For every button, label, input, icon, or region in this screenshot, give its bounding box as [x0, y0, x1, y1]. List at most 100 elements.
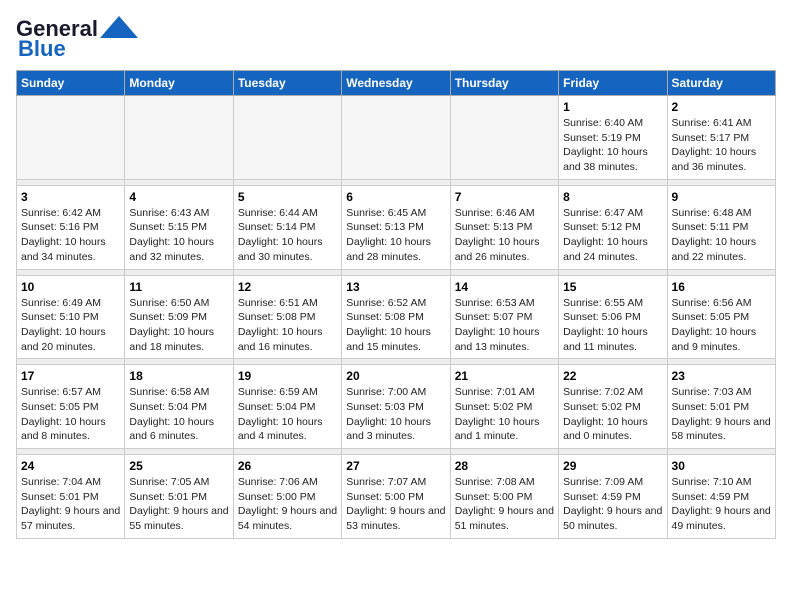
calendar-cell: 6Sunrise: 6:45 AM Sunset: 5:13 PM Daylig…	[342, 185, 450, 269]
day-number: 27	[346, 459, 445, 473]
calendar-week-row: 24 Sunrise: 7:04 AM Sunset: 5:01 PM Dayli…	[17, 455, 776, 539]
day-info: Sunrise: 7:06 AM Sunset: 5:00 PM Dayligh…	[238, 475, 337, 534]
day-number: 25	[129, 459, 228, 473]
logo-icon	[100, 16, 138, 38]
calendar-cell: 19Sunrise: 6:59 AM Sunset: 5:04 PM Dayli…	[233, 365, 341, 449]
day-number: 10	[21, 280, 120, 294]
day-info: Sunrise: 7:01 AM Sunset: 5:02 PM Dayligh…	[455, 385, 554, 444]
calendar-cell: 4Sunrise: 6:43 AM Sunset: 5:15 PM Daylig…	[125, 185, 233, 269]
day-info: Sunrise: 6:46 AM Sunset: 5:13 PM Dayligh…	[455, 206, 554, 265]
day-info: Sunrise: 6:50 AM Sunset: 5:09 PM Dayligh…	[129, 296, 228, 355]
day-info: Sunrise: 7:10 AM Sunset: 4:59 PM Dayligh…	[672, 475, 771, 534]
calendar-cell	[450, 96, 558, 180]
calendar-header-row: SundayMondayTuesdayWednesdayThursdayFrid…	[17, 71, 776, 96]
calendar-cell: 14 Sunrise: 6:53 AM Sunset: 5:07 PM Dayli…	[450, 275, 558, 359]
day-info: Sunrise: 7:03 AM Sunset: 5:01 PM Dayligh…	[672, 385, 771, 444]
calendar-cell: 21 Sunrise: 7:01 AM Sunset: 5:02 PM Dayli…	[450, 365, 558, 449]
day-number: 21	[455, 369, 554, 383]
day-info: Sunrise: 6:41 AM Sunset: 5:17 PM Dayligh…	[672, 116, 771, 175]
day-info: Sunrise: 6:53 AM Sunset: 5:07 PM Dayligh…	[455, 296, 554, 355]
calendar-cell: 15 Sunrise: 6:55 AM Sunset: 5:06 PM Dayli…	[559, 275, 667, 359]
calendar-cell	[125, 96, 233, 180]
calendar-cell: 12 Sunrise: 6:51 AM Sunset: 5:08 PM Dayli…	[233, 275, 341, 359]
calendar-cell: 30 Sunrise: 7:10 AM Sunset: 4:59 PM Dayli…	[667, 455, 775, 539]
calendar-cell: 7 Sunrise: 6:46 AM Sunset: 5:13 PM Daylig…	[450, 185, 558, 269]
day-number: 14	[455, 280, 554, 294]
day-number: 16	[672, 280, 771, 294]
calendar-cell: 3 Sunrise: 6:42 AM Sunset: 5:16 PM Daylig…	[17, 185, 125, 269]
day-number: 19	[238, 369, 337, 383]
calendar-cell: 5Sunrise: 6:44 AM Sunset: 5:14 PM Daylig…	[233, 185, 341, 269]
day-number: 4	[129, 190, 228, 204]
day-number: 11	[129, 280, 228, 294]
calendar-cell: 10 Sunrise: 6:49 AM Sunset: 5:10 PM Dayli…	[17, 275, 125, 359]
calendar-cell: 16 Sunrise: 6:56 AM Sunset: 5:05 PM Dayli…	[667, 275, 775, 359]
calendar-week-row: 3 Sunrise: 6:42 AM Sunset: 5:16 PM Daylig…	[17, 185, 776, 269]
day-number: 18	[129, 369, 228, 383]
calendar-cell: 28 Sunrise: 7:08 AM Sunset: 5:00 PM Dayli…	[450, 455, 558, 539]
day-number: 28	[455, 459, 554, 473]
weekday-header: Friday	[559, 71, 667, 96]
calendar-cell	[17, 96, 125, 180]
logo-blue: Blue	[18, 36, 66, 62]
calendar-cell: 24 Sunrise: 7:04 AM Sunset: 5:01 PM Dayli…	[17, 455, 125, 539]
day-info: Sunrise: 6:47 AM Sunset: 5:12 PM Dayligh…	[563, 206, 662, 265]
calendar-cell: 18 Sunrise: 6:58 AM Sunset: 5:04 PM Dayli…	[125, 365, 233, 449]
day-info: Sunrise: 7:02 AM Sunset: 5:02 PM Dayligh…	[563, 385, 662, 444]
calendar-cell: 22 Sunrise: 7:02 AM Sunset: 5:02 PM Dayli…	[559, 365, 667, 449]
day-number: 9	[672, 190, 771, 204]
day-info: Sunrise: 6:56 AM Sunset: 5:05 PM Dayligh…	[672, 296, 771, 355]
calendar-cell: 11 Sunrise: 6:50 AM Sunset: 5:09 PM Dayli…	[125, 275, 233, 359]
weekday-header: Saturday	[667, 71, 775, 96]
day-number: 17	[21, 369, 120, 383]
weekday-header: Thursday	[450, 71, 558, 96]
day-number: 30	[672, 459, 771, 473]
page-header: General Blue	[16, 16, 776, 62]
day-number: 3	[21, 190, 120, 204]
day-info: Sunrise: 6:51 AM Sunset: 5:08 PM Dayligh…	[238, 296, 337, 355]
day-number: 24	[21, 459, 120, 473]
weekday-header: Monday	[125, 71, 233, 96]
calendar-cell: 23Sunrise: 7:03 AM Sunset: 5:01 PM Dayli…	[667, 365, 775, 449]
day-info: Sunrise: 6:48 AM Sunset: 5:11 PM Dayligh…	[672, 206, 771, 265]
calendar-cell: 20 Sunrise: 7:00 AM Sunset: 5:03 PM Dayli…	[342, 365, 450, 449]
weekday-header: Sunday	[17, 71, 125, 96]
calendar-cell: 1 Sunrise: 6:40 AM Sunset: 5:19 PM Daylig…	[559, 96, 667, 180]
day-number: 2	[672, 100, 771, 114]
day-info: Sunrise: 7:08 AM Sunset: 5:00 PM Dayligh…	[455, 475, 554, 534]
calendar-cell: 9 Sunrise: 6:48 AM Sunset: 5:11 PM Daylig…	[667, 185, 775, 269]
weekday-header: Wednesday	[342, 71, 450, 96]
day-number: 12	[238, 280, 337, 294]
calendar-cell: 17Sunrise: 6:57 AM Sunset: 5:05 PM Dayli…	[17, 365, 125, 449]
day-info: Sunrise: 7:07 AM Sunset: 5:00 PM Dayligh…	[346, 475, 445, 534]
calendar-week-row: 1 Sunrise: 6:40 AM Sunset: 5:19 PM Daylig…	[17, 96, 776, 180]
day-number: 29	[563, 459, 662, 473]
day-info: Sunrise: 6:55 AM Sunset: 5:06 PM Dayligh…	[563, 296, 662, 355]
calendar-week-row: 17Sunrise: 6:57 AM Sunset: 5:05 PM Dayli…	[17, 365, 776, 449]
day-info: Sunrise: 6:40 AM Sunset: 5:19 PM Dayligh…	[563, 116, 662, 175]
day-number: 22	[563, 369, 662, 383]
calendar-cell: 29 Sunrise: 7:09 AM Sunset: 4:59 PM Dayli…	[559, 455, 667, 539]
calendar-cell	[233, 96, 341, 180]
day-info: Sunrise: 6:52 AM Sunset: 5:08 PM Dayligh…	[346, 296, 445, 355]
day-number: 15	[563, 280, 662, 294]
day-info: Sunrise: 6:44 AM Sunset: 5:14 PM Dayligh…	[238, 206, 337, 265]
calendar-cell: 13Sunrise: 6:52 AM Sunset: 5:08 PM Dayli…	[342, 275, 450, 359]
day-info: Sunrise: 6:42 AM Sunset: 5:16 PM Dayligh…	[21, 206, 120, 265]
day-number: 26	[238, 459, 337, 473]
weekday-header: Tuesday	[233, 71, 341, 96]
day-info: Sunrise: 7:09 AM Sunset: 4:59 PM Dayligh…	[563, 475, 662, 534]
calendar-cell: 27 Sunrise: 7:07 AM Sunset: 5:00 PM Dayli…	[342, 455, 450, 539]
day-info: Sunrise: 6:45 AM Sunset: 5:13 PM Dayligh…	[346, 206, 445, 265]
calendar-cell: 2 Sunrise: 6:41 AM Sunset: 5:17 PM Daylig…	[667, 96, 775, 180]
day-info: Sunrise: 7:04 AM Sunset: 5:01 PM Dayligh…	[21, 475, 120, 534]
day-number: 20	[346, 369, 445, 383]
day-number: 1	[563, 100, 662, 114]
day-number: 7	[455, 190, 554, 204]
day-info: Sunrise: 7:05 AM Sunset: 5:01 PM Dayligh…	[129, 475, 228, 534]
day-info: Sunrise: 7:00 AM Sunset: 5:03 PM Dayligh…	[346, 385, 445, 444]
calendar-table: SundayMondayTuesdayWednesdayThursdayFrid…	[16, 70, 776, 539]
day-info: Sunrise: 6:49 AM Sunset: 5:10 PM Dayligh…	[21, 296, 120, 355]
calendar-cell: 25 Sunrise: 7:05 AM Sunset: 5:01 PM Dayli…	[125, 455, 233, 539]
day-info: Sunrise: 6:58 AM Sunset: 5:04 PM Dayligh…	[129, 385, 228, 444]
